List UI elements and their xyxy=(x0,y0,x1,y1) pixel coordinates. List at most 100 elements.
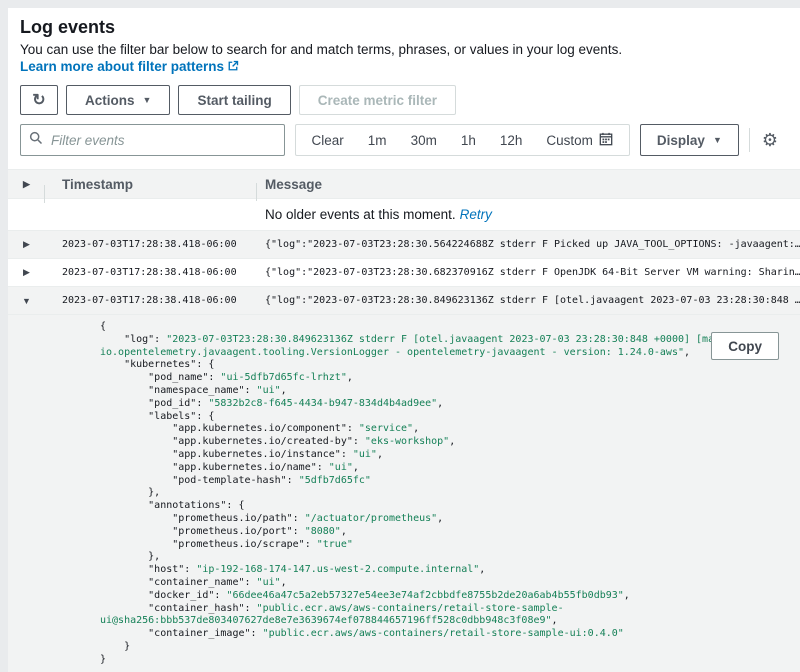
gear-icon[interactable]: ⚙ xyxy=(760,131,780,149)
json-key: } xyxy=(100,641,130,652)
log-events-panel: Log events You can use the filter bar be… xyxy=(8,8,800,651)
json-value: "public.ecr.aws/aws-containers/retail-st… xyxy=(257,603,564,614)
json-key: , xyxy=(281,577,287,588)
display-button[interactable]: Display ▼ xyxy=(640,124,739,156)
json-key: "container_name": xyxy=(100,577,257,588)
log-event-row[interactable]: ▼2023-07-03T17:28:38.418-06:00{"log":"20… xyxy=(8,287,800,315)
create-metric-filter-button[interactable]: Create metric filter xyxy=(299,85,456,115)
json-key: "kubernetes": { xyxy=(100,359,214,370)
json-key: "app.kubernetes.io/name": xyxy=(100,462,329,473)
copy-button[interactable]: Copy xyxy=(711,332,779,360)
start-tailing-button[interactable]: Start tailing xyxy=(178,85,290,115)
json-value: "5832b2c8-f645-4434-b947-834d4b4ad9ee" xyxy=(208,398,437,409)
external-link-icon xyxy=(227,59,239,76)
learn-more-link[interactable]: Learn more about filter patterns xyxy=(20,59,239,74)
json-key: , xyxy=(552,615,558,626)
event-timestamp: 2023-07-03T17:28:38.418-06:00 xyxy=(45,267,257,278)
event-message: {"log":"2023-07-03T23:28:30.564224688Z s… xyxy=(257,239,800,250)
json-key: "prometheus.io/port": xyxy=(100,526,305,537)
log-event-row[interactable]: ▶ 2023-07-03T17:28:38.418-06:00{"log":"20… xyxy=(8,259,800,287)
range-clear[interactable]: Clear xyxy=(300,125,356,155)
expand-row-control[interactable]: ▶ xyxy=(8,239,45,250)
range-12h[interactable]: 12h xyxy=(488,125,535,155)
json-key: "prometheus.io/scrape": xyxy=(100,539,317,550)
timestamp-column-header[interactable]: Timestamp xyxy=(45,177,257,192)
event-message: {"log":"2023-07-03T23:28:30.682370916Z s… xyxy=(257,267,800,278)
table-header-row: ▶ Timestamp Message xyxy=(8,169,800,199)
page-header: Log events You can use the filter bar be… xyxy=(8,8,800,76)
search-icon xyxy=(29,131,43,150)
description-text: You can use the filter bar below to sear… xyxy=(20,42,622,57)
json-key: "app.kubernetes.io/component": xyxy=(100,423,359,434)
json-key: , xyxy=(353,462,359,473)
json-key: "prometheus.io/path": xyxy=(100,513,305,524)
expanded-event-detail: { "log": "2023-07-03T23:28:30.849623136Z… xyxy=(8,315,800,672)
chevron-right-icon: ▶ xyxy=(23,239,30,250)
json-key: { xyxy=(100,321,106,332)
actions-button[interactable]: Actions ▼ xyxy=(66,85,170,115)
refresh-button[interactable]: ↻ xyxy=(20,85,58,115)
json-key: , xyxy=(347,372,353,383)
json-key: }, xyxy=(100,551,160,562)
retry-link[interactable]: Retry xyxy=(460,207,492,222)
start-tailing-label: Start tailing xyxy=(197,93,271,108)
chevron-down-icon: ▼ xyxy=(22,296,31,306)
message-column-header[interactable]: Message xyxy=(257,177,800,192)
json-key: "pod_name": xyxy=(100,372,220,383)
json-value: "66dee46a47c5a2eb57327e54ee3e74af2cbbdfe… xyxy=(226,590,623,601)
json-value: ui@sha256:bbb537de803407627de8e7e3639674… xyxy=(100,615,552,626)
json-value: "true" xyxy=(317,539,353,550)
json-key: "pod_id": xyxy=(100,398,208,409)
chevron-down-icon: ▼ xyxy=(713,135,722,145)
event-timestamp: 2023-07-03T17:28:38.418-06:00 xyxy=(45,239,257,250)
json-value: "eks-workshop" xyxy=(365,436,449,447)
json-key: , xyxy=(281,385,287,396)
json-key: , xyxy=(624,590,630,601)
json-key: "app.kubernetes.io/instance": xyxy=(100,449,353,460)
json-value: "public.ecr.aws/aws-containers/retail-st… xyxy=(263,628,624,639)
json-key: "host": xyxy=(100,564,196,575)
json-key: , xyxy=(449,436,455,447)
no-older-events-text: No older events at this moment. xyxy=(265,207,456,222)
chevron-right-icon: ▶ xyxy=(23,267,30,278)
chevron-right-icon: ▶ xyxy=(23,179,30,190)
json-key: "container_image": xyxy=(100,628,263,639)
range-custom-label: Custom xyxy=(546,133,593,148)
filter-events-searchbox[interactable] xyxy=(20,124,285,156)
filter-events-input[interactable] xyxy=(49,132,276,149)
range-1m[interactable]: 1m xyxy=(356,125,399,155)
json-value: "ui" xyxy=(353,449,377,460)
expand-all-header[interactable]: ▶ xyxy=(8,179,45,190)
range-1h[interactable]: 1h xyxy=(449,125,488,155)
calendar-icon xyxy=(599,132,613,149)
toolbar: ↻ Actions ▼ Start tailing Create metric … xyxy=(8,85,800,115)
divider xyxy=(749,128,750,152)
log-rows-container: ▶2023-07-03T17:28:38.418-06:00{"log":"20… xyxy=(8,231,800,315)
json-key: "pod-template-hash": xyxy=(100,475,299,486)
json-key: , xyxy=(413,423,419,434)
json-key: , xyxy=(684,347,690,358)
page-description: You can use the filter bar below to sear… xyxy=(20,41,788,76)
json-value: "8080" xyxy=(305,526,341,537)
no-older-events-row: No older events at this moment. Retry xyxy=(8,199,800,231)
json-value: "ip-192-168-174-147.us-west-2.compute.in… xyxy=(196,564,479,575)
time-range-group: Clear 1m 30m 1h 12h Custom xyxy=(295,124,630,156)
page-title: Log events xyxy=(20,16,788,38)
json-key: , xyxy=(377,449,383,460)
event-timestamp: 2023-07-03T17:28:38.418-06:00 xyxy=(45,295,257,306)
collapse-row-control[interactable]: ▼ xyxy=(8,296,45,306)
json-value: "ui-5dfb7d65fc-lrhzt" xyxy=(220,372,346,383)
json-value: "/actuator/prometheus" xyxy=(305,513,437,524)
create-metric-filter-label: Create metric filter xyxy=(318,93,437,108)
log-event-row[interactable]: ▶ 2023-07-03T17:28:38.418-06:00{"log":"20… xyxy=(8,231,800,259)
display-label: Display xyxy=(657,133,705,148)
expand-row-control[interactable]: ▶ xyxy=(8,267,45,278)
range-30m[interactable]: 30m xyxy=(399,125,449,155)
json-key: "annotations": { xyxy=(100,500,245,511)
json-value: "ui" xyxy=(257,577,281,588)
range-custom[interactable]: Custom xyxy=(534,125,625,155)
chevron-down-icon: ▼ xyxy=(143,95,152,105)
json-key: }, xyxy=(100,487,160,498)
json-key: "labels": { xyxy=(100,411,214,422)
json-key: "log": xyxy=(100,334,166,345)
